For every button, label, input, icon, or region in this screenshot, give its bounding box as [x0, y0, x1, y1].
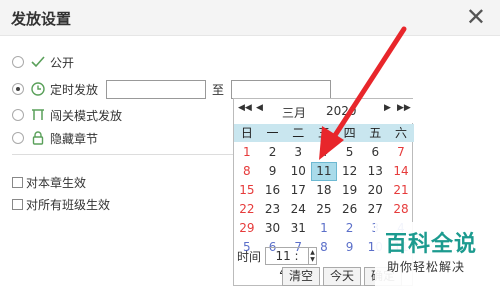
calendar-week-row: 15 16 17 18 19 20 21: [234, 181, 414, 200]
scope-all-classes-label: 对所有班级生效: [26, 198, 111, 212]
weekday-mon: 一: [266, 126, 279, 140]
calendar-day[interactable]: 3: [285, 143, 311, 162]
calendar-day[interactable]: 15: [234, 181, 260, 200]
weekday-sun: 日: [240, 126, 253, 140]
calendar-day[interactable]: 1: [234, 143, 260, 162]
clock-icon: [30, 81, 46, 97]
calendar-day[interactable]: 10: [285, 162, 311, 181]
calendar-day[interactable]: 26: [337, 200, 363, 219]
calendar-day-selected[interactable]: 11: [311, 162, 337, 181]
option-gate-mode[interactable]: 闯关模式发放: [12, 105, 122, 125]
calendar-day[interactable]: 12: [337, 162, 363, 181]
calendar-week-row: 1234567: [234, 143, 414, 162]
radio-public[interactable]: [12, 56, 24, 68]
calendar-day[interactable]: 29: [234, 219, 260, 238]
calendar-day[interactable]: 9: [260, 162, 286, 181]
prev-month-icon[interactable]: ◀: [256, 103, 263, 113]
prev-year-icon[interactable]: ◀◀: [238, 103, 252, 113]
calendar-day[interactable]: 21: [388, 181, 414, 200]
option-scheduled[interactable]: 定时发放: [12, 79, 98, 99]
month-label[interactable]: 三月: [282, 104, 306, 121]
calendar-day[interactable]: 7: [388, 143, 414, 162]
today-button[interactable]: 今天: [323, 267, 361, 286]
gate-icon: [30, 107, 46, 123]
weekday-wed: 三: [317, 126, 330, 140]
to-label: 至: [212, 83, 225, 97]
option-scheduled-label: 定时发放: [50, 82, 99, 97]
calendar-day[interactable]: 2: [337, 219, 363, 238]
calendar-day[interactable]: 23: [260, 200, 286, 219]
scope-this-chapter-label: 对本章生效: [26, 176, 87, 190]
radio-gate-mode[interactable]: [12, 109, 24, 121]
watermark: 百科全说 助你轻松解决: [375, 222, 500, 286]
checkbox-this-chapter[interactable]: [12, 177, 23, 188]
option-gate-mode-label: 闯关模式发放: [50, 108, 123, 123]
end-time-input[interactable]: [231, 80, 331, 99]
dialog-title-bar: 发放设置 ✕: [0, 0, 500, 36]
option-public[interactable]: 公开: [12, 52, 74, 72]
divider: [12, 154, 234, 155]
start-time-input[interactable]: [106, 80, 206, 99]
radio-scheduled[interactable]: [12, 83, 24, 95]
clear-button[interactable]: 清空: [282, 267, 320, 286]
calendar-day[interactable]: 4: [311, 143, 337, 162]
calendar-day[interactable]: 2: [260, 143, 286, 162]
calendar-day[interactable]: 18: [311, 181, 337, 200]
dialog-title: 发放设置: [11, 10, 72, 28]
watermark-title: 百科全说: [385, 232, 478, 257]
calendar-day[interactable]: 6: [362, 143, 388, 162]
option-public-label: 公开: [50, 55, 75, 70]
calendar-day[interactable]: 19: [337, 181, 363, 200]
calendar-day[interactable]: 5: [337, 143, 363, 162]
next-year-icon[interactable]: ▶▶: [397, 103, 411, 113]
calendar-day[interactable]: 13: [362, 162, 388, 181]
calendar-week-row: 22 23 24 25 26 27 28: [234, 200, 414, 219]
weekday-header: 日 一 二 三 四 五 六: [234, 124, 414, 142]
calendar-day[interactable]: 14: [388, 162, 414, 181]
calendar-day[interactable]: 22: [234, 200, 260, 219]
close-icon[interactable]: ✕: [466, 3, 486, 31]
scope-this-chapter[interactable]: 对本章生效: [12, 174, 86, 191]
calendar-day[interactable]: 31: [285, 219, 311, 238]
year-label[interactable]: 2020: [326, 104, 357, 118]
calendar-day[interactable]: 20: [362, 181, 388, 200]
time-input[interactable]: 11 : 47: [265, 247, 310, 279]
scope-all-classes[interactable]: 对所有班级生效: [12, 196, 110, 213]
weekday-fri: 五: [369, 126, 382, 140]
time-label: 时间: [237, 249, 262, 264]
calendar-day[interactable]: 27: [362, 200, 388, 219]
calendar-day[interactable]: 24: [285, 200, 311, 219]
lock-icon: [30, 130, 46, 146]
calendar-day[interactable]: 16: [260, 181, 286, 200]
weekday-thu: 四: [343, 126, 356, 140]
checkbox-all-classes[interactable]: [12, 199, 23, 210]
weekday-tue: 二: [292, 126, 305, 140]
calendar-day[interactable]: 30: [260, 219, 286, 238]
next-month-icon[interactable]: ▶: [384, 103, 391, 113]
publish-settings-dialog: 发放设置 ✕ 公开 定时发放 闯关模式发放 隐藏章节 至 对本章生效 对所有班级…: [0, 0, 500, 286]
time-spinner[interactable]: ▲ ▼: [309, 247, 318, 265]
calendar-day[interactable]: 17: [285, 181, 311, 200]
watermark-subtitle: 助你轻松解决: [387, 260, 466, 274]
calendar-week-row: 8 9 10 11 12 13 14: [234, 162, 414, 181]
weekday-sat: 六: [394, 126, 407, 140]
option-hidden-label: 隐藏章节: [50, 131, 99, 146]
calendar-nav: ◀◀ ◀ 三月 2020 ▶ ▶▶: [234, 99, 414, 123]
calendar-day[interactable]: 28: [388, 200, 414, 219]
option-hidden[interactable]: 隐藏章节: [12, 128, 98, 148]
calendar-day[interactable]: 1: [311, 219, 337, 238]
check-icon: [30, 54, 46, 70]
calendar-day[interactable]: 8: [234, 162, 260, 181]
calendar-day[interactable]: 25: [311, 200, 337, 219]
radio-hidden[interactable]: [12, 132, 24, 144]
